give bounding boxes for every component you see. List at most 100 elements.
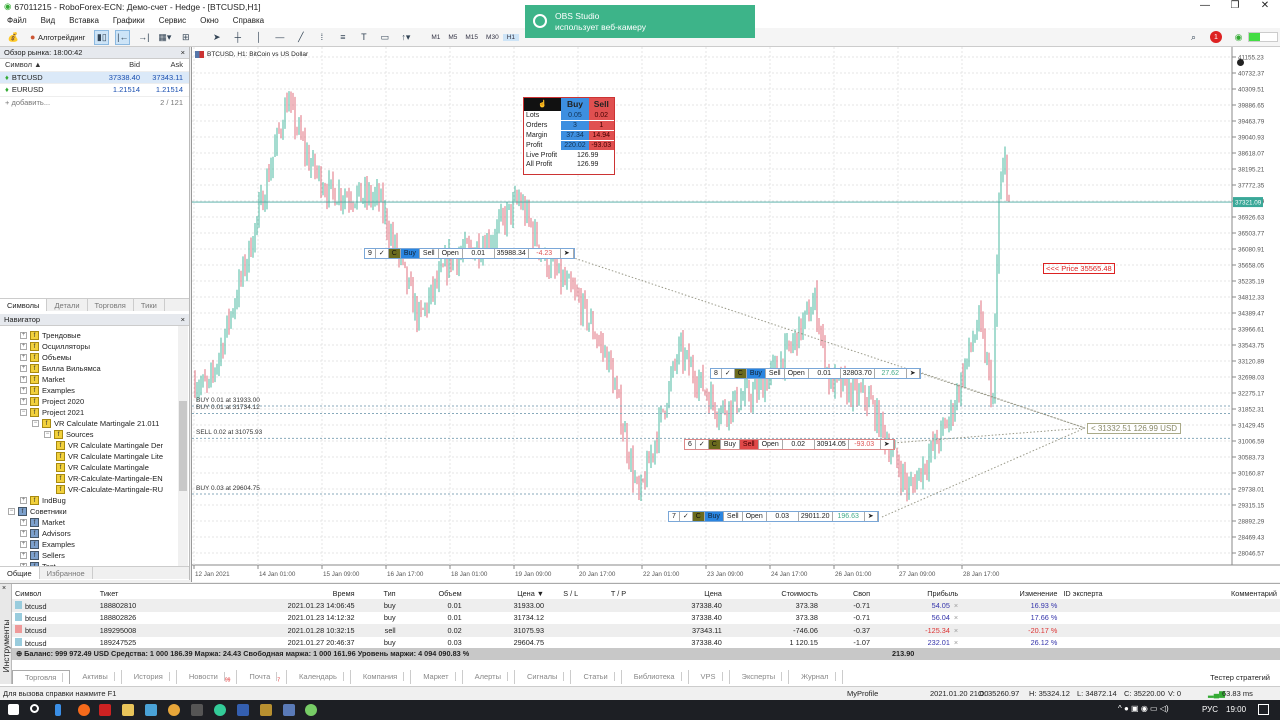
toolbox-tab[interactable]: Библиотека: [622, 670, 689, 684]
column-header[interactable]: S / L: [547, 587, 594, 599]
chart-shift-icon[interactable]: |←: [115, 29, 131, 45]
tab-2[interactable]: Торговля: [88, 299, 134, 311]
expand-icon[interactable]: −: [44, 431, 51, 438]
col-bid[interactable]: Bid: [94, 60, 140, 69]
vivaldi-icon[interactable]: [99, 704, 111, 716]
navigator-item[interactable]: + f IndBug: [20, 495, 66, 506]
column-header[interactable]: T / P: [594, 587, 642, 599]
column-header[interactable]: Время: [193, 587, 358, 599]
explorer-icon[interactable]: [122, 704, 134, 716]
windows-start-icon[interactable]: [8, 704, 19, 715]
lots-field[interactable]: 0.03: [767, 512, 799, 521]
navigator-item[interactable]: f VR Calculate Martingale: [56, 462, 149, 473]
expand-icon[interactable]: +: [20, 332, 27, 339]
clock[interactable]: 19:00: [1226, 705, 1246, 714]
expand-icon[interactable]: ⊕: [16, 649, 22, 658]
toolbox-tab[interactable]: Маркет: [411, 670, 463, 684]
chart-window[interactable]: 41155.23 40732.37 40309.51 39886.65 39463.79…: [191, 47, 1280, 582]
toolbox-tab[interactable]: Сигналы: [515, 670, 572, 684]
navigator-item[interactable]: + f Examples: [20, 539, 75, 550]
check-icon[interactable]: ✓: [376, 249, 389, 258]
expand-icon[interactable]: −: [8, 508, 15, 515]
navigator-item[interactable]: + f Билла Вильямса: [20, 363, 101, 374]
navigator-item[interactable]: − f VR Calculate Martingale 21.011: [32, 418, 159, 429]
sell-button[interactable]: Sell: [724, 512, 743, 521]
tab-3[interactable]: Тики: [134, 299, 165, 311]
navigator-item[interactable]: + f Трендовые: [20, 330, 81, 341]
arrow-right-icon[interactable]: ➤: [561, 249, 574, 258]
toolbox-tab[interactable]: Торговля: [12, 670, 71, 684]
column-header[interactable]: Комментарий: [1163, 587, 1280, 599]
buy-button[interactable]: Buy: [704, 512, 724, 521]
lots-field[interactable]: 0.02: [783, 440, 815, 449]
menu-item[interactable]: Вставка: [62, 16, 106, 25]
obs-notification[interactable]: OBS Studio использует веб-камеру: [525, 5, 755, 38]
trade-row[interactable]: btcusd 188802826 2021.01.23 14:12:32 buy 0.0…: [12, 612, 1280, 624]
menu-item[interactable]: Графики: [106, 16, 152, 25]
close-position-icon[interactable]: ×: [954, 613, 958, 622]
check-icon[interactable]: ✓: [722, 369, 735, 378]
crosshair-icon[interactable]: ┼: [230, 30, 245, 45]
buy-button[interactable]: Buy: [721, 440, 740, 449]
navigator-item[interactable]: + f Market: [20, 517, 65, 528]
close-order-button[interactable]: C: [708, 440, 721, 449]
column-header[interactable]: ID эксперта: [1060, 587, 1162, 599]
sell-button[interactable]: Sell: [420, 249, 439, 258]
timeframe-m1[interactable]: M1: [427, 34, 444, 41]
expand-icon[interactable]: +: [20, 519, 27, 526]
buy-button[interactable]: Buy: [746, 369, 766, 378]
open-button[interactable]: Open: [439, 249, 463, 258]
app-icon[interactable]: [145, 704, 157, 716]
firefox-icon[interactable]: [78, 704, 90, 716]
connection-toggle[interactable]: [1248, 32, 1278, 42]
toolbox-tab[interactable]: VPS: [689, 670, 730, 684]
column-header[interactable]: Тип: [358, 587, 399, 599]
cursor-icon[interactable]: ➤: [209, 30, 224, 45]
column-header[interactable]: Тикет: [97, 587, 193, 599]
navigator-item[interactable]: + f Market: [20, 374, 65, 385]
signal-icon[interactable]: ◉: [1231, 30, 1246, 45]
navigator-item[interactable]: + f Осцилляторы: [20, 341, 90, 352]
status-profile[interactable]: MyProfile: [847, 687, 878, 701]
trendline-icon[interactable]: ╱: [293, 30, 308, 45]
navigator-item[interactable]: − f Project 2021: [20, 407, 84, 418]
toolbox-tab[interactable]: Почта 7: [237, 670, 288, 684]
expand-icon[interactable]: −: [32, 420, 39, 427]
expand-icon[interactable]: +: [20, 541, 27, 548]
templates-icon[interactable]: ▦▾: [157, 30, 172, 45]
label-icon[interactable]: ▭: [377, 30, 392, 45]
col-ask[interactable]: Ask: [140, 60, 186, 69]
timeframe-m15[interactable]: M15: [461, 34, 482, 41]
toolbox-tab[interactable]: Календарь: [287, 670, 351, 684]
close-button[interactable]: ✕: [1250, 0, 1280, 11]
navigator-item[interactable]: + f Project 2020: [20, 396, 84, 407]
timeframe-m30[interactable]: M30: [482, 34, 503, 41]
tray-icons[interactable]: ^ ● ▣ ◉ ▭ ◁): [1118, 704, 1169, 713]
lots-field[interactable]: 0.01: [809, 369, 841, 378]
candles-icon[interactable]: ▮▯: [94, 29, 110, 45]
app-icon[interactable]: [191, 704, 203, 716]
menu-item[interactable]: Окно: [193, 16, 226, 25]
toolbox-tab[interactable]: Алерты: [463, 670, 516, 684]
expand-icon[interactable]: +: [20, 530, 27, 537]
new-order-icon[interactable]: 💰: [6, 30, 21, 45]
menu-item[interactable]: Сервис: [152, 16, 193, 25]
expand-icon[interactable]: +: [20, 387, 27, 394]
navigator-item[interactable]: + f Sellers: [20, 550, 65, 561]
expand-icon[interactable]: +: [20, 343, 27, 350]
trade-row[interactable]: btcusd 189295008 2021.01.28 10:32:15 sell 0.…: [12, 624, 1280, 637]
sell-button[interactable]: Sell: [766, 369, 785, 378]
add-symbol[interactable]: + добавить...: [0, 98, 94, 107]
price-chart[interactable]: 41155.2340732.3740309.5139886.6539463.79…: [192, 47, 1280, 582]
expand-icon[interactable]: +: [20, 376, 27, 383]
navigator-scrollbar[interactable]: [178, 326, 188, 566]
text-icon[interactable]: T: [356, 30, 371, 45]
vertical-line-icon[interactable]: │: [251, 30, 266, 45]
dashboard-sell-header[interactable]: Sell: [588, 98, 614, 111]
lots-field[interactable]: 0.01: [463, 249, 495, 258]
horizontal-line-icon[interactable]: —: [272, 30, 287, 45]
metatrader-icon[interactable]: [305, 704, 317, 716]
column-header[interactable]: Прибыль: [873, 587, 961, 599]
arrow-right-icon[interactable]: ➤: [865, 512, 878, 521]
buy-button[interactable]: Buy: [400, 249, 420, 258]
